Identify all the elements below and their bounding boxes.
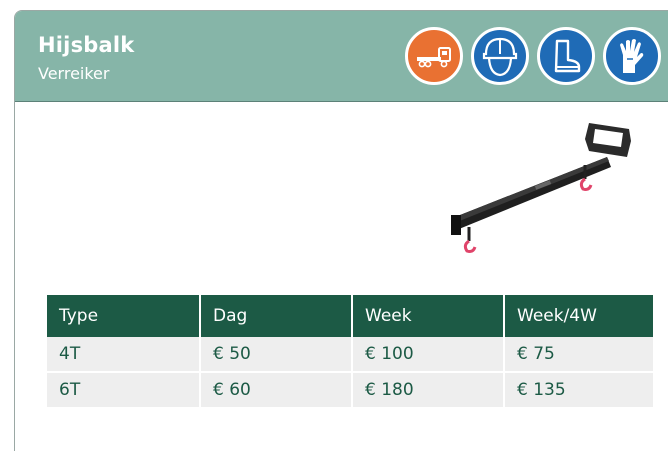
cell-type: 4T bbox=[47, 337, 199, 373]
helmet-icon bbox=[471, 27, 529, 85]
card-header: Hijsbalk Verreiker bbox=[15, 11, 668, 102]
gloves-icon bbox=[603, 27, 661, 85]
column-header-type: Type bbox=[47, 295, 199, 337]
table-header-row: Type Dag Week Week/4W bbox=[47, 295, 653, 337]
column-header-dag: Dag bbox=[199, 295, 351, 337]
cell-dag: € 60 bbox=[199, 373, 351, 407]
safety-boot-icon bbox=[537, 27, 595, 85]
requirement-icons bbox=[405, 27, 668, 89]
product-subtitle: Verreiker bbox=[38, 64, 110, 83]
product-card: Hijsbalk Verreiker Type Dag Week Week/4W… bbox=[14, 10, 668, 451]
cell-week-4w: € 75 bbox=[503, 337, 653, 373]
cell-week: € 100 bbox=[351, 337, 503, 373]
cell-type: 6T bbox=[47, 373, 199, 407]
cell-dag: € 50 bbox=[199, 337, 351, 373]
column-header-week: Week bbox=[351, 295, 503, 337]
truck-transport-icon bbox=[405, 27, 463, 85]
cell-week-4w: € 135 bbox=[503, 373, 653, 407]
table-row: 6T € 60 € 180 € 135 bbox=[47, 373, 653, 407]
column-header-week-4w: Week/4W bbox=[503, 295, 653, 337]
pricing-table: Type Dag Week Week/4W 4T € 50 € 100 € 75… bbox=[47, 295, 653, 407]
cell-week: € 180 bbox=[351, 373, 503, 407]
product-title: Hijsbalk bbox=[38, 33, 135, 57]
table-row: 4T € 50 € 100 € 75 bbox=[47, 337, 653, 373]
product-image bbox=[439, 115, 639, 261]
